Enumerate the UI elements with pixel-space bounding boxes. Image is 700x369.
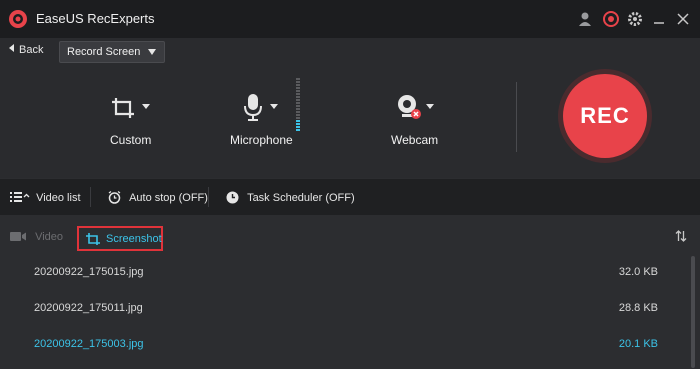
microphone-label: Microphone	[230, 133, 293, 147]
webcam-label: Webcam	[391, 133, 439, 147]
file-size: 32.0 KB	[618, 266, 658, 278]
tab-video-label: Video	[35, 231, 63, 243]
minimize-icon[interactable]	[650, 10, 668, 28]
microphone-icon	[244, 94, 262, 121]
alarm-clock-icon	[108, 191, 121, 204]
file-size: 28.8 KB	[618, 302, 658, 314]
app-logo-icon	[9, 10, 27, 28]
video-camera-icon	[10, 232, 26, 241]
tab-screenshot-label: Screenshot	[106, 233, 162, 245]
close-icon[interactable]	[674, 10, 692, 28]
record-indicator-icon[interactable]	[602, 10, 620, 28]
file-row[interactable]: 20200922_175015.jpg 32.0 KB	[0, 254, 688, 290]
record-mode-select[interactable]: Record Screen	[59, 41, 165, 63]
file-name: 20200922_175003.jpg	[34, 338, 144, 350]
video-list-label: Video list	[36, 192, 81, 204]
tab-video[interactable]: Video	[10, 231, 63, 243]
toolbar: Video list Auto stop (OFF) Task Schedule…	[0, 178, 700, 216]
back-label: Back	[19, 44, 44, 56]
record-mode-value: Record Screen	[67, 46, 141, 58]
webcam-dropdown-caret-icon[interactable]	[426, 104, 434, 109]
toolbar-divider	[90, 187, 91, 207]
custom-label: Custom	[110, 133, 152, 147]
file-name: 20200922_175015.jpg	[34, 266, 144, 278]
video-list-button[interactable]: Video list	[10, 191, 81, 204]
file-row-selected[interactable]: 20200922_175003.jpg 20.1 KB	[0, 326, 688, 362]
divider	[516, 82, 517, 152]
account-icon[interactable]	[576, 10, 594, 28]
rec-button[interactable]: REC	[563, 74, 647, 158]
file-name: 20200922_175011.jpg	[34, 302, 143, 314]
task-scheduler-label: Task Scheduler (OFF)	[247, 192, 355, 204]
custom-dropdown-caret-icon[interactable]	[142, 104, 150, 109]
task-scheduler-button[interactable]: Task Scheduler (OFF)	[226, 191, 355, 204]
clock-icon	[226, 191, 239, 204]
webcam-icon	[398, 95, 421, 119]
toolbar-divider	[208, 187, 209, 207]
title-bar: EaseUS RecExperts	[0, 0, 700, 38]
auto-stop-button[interactable]: Auto stop (OFF)	[108, 191, 208, 204]
tab-screenshot[interactable]: Screenshot	[77, 226, 163, 251]
back-button[interactable]: Back	[9, 44, 43, 56]
chevron-left-icon	[9, 44, 14, 52]
list-icon	[10, 192, 30, 202]
microphone-dropdown-caret-icon[interactable]	[270, 104, 278, 109]
file-row[interactable]: 20200922_175011.jpg 28.8 KB	[0, 290, 688, 326]
file-size: 20.1 KB	[618, 338, 658, 350]
chevron-down-icon	[148, 49, 156, 55]
auto-stop-label: Auto stop (OFF)	[129, 192, 208, 204]
microphone-volume-meter	[296, 78, 300, 134]
settings-gear-icon[interactable]	[626, 10, 644, 28]
crop-icon	[112, 98, 134, 118]
crop-icon	[86, 233, 100, 245]
sort-icon[interactable]	[675, 230, 687, 242]
file-list-scrollbar[interactable]	[691, 256, 695, 368]
app-title: EaseUS RecExperts	[36, 11, 155, 26]
